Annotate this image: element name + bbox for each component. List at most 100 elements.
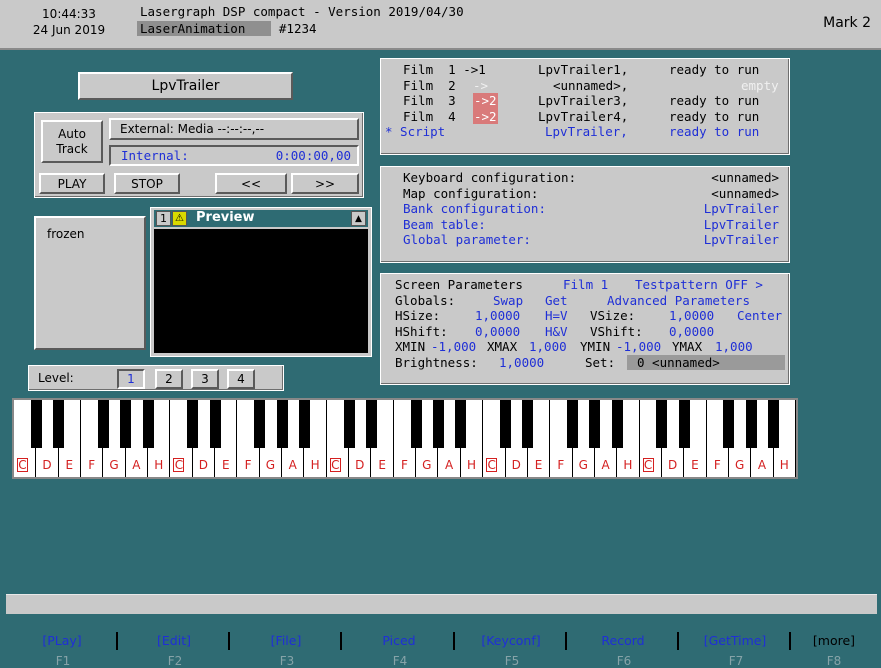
film-row-3[interactable]: Film 3 ->2 LpvTrailer3, ready to run	[381, 93, 789, 109]
ymax-value[interactable]: 1,000	[715, 339, 753, 355]
internal-timecode-field[interactable]: Internal: 0:00:00,00	[109, 145, 359, 166]
piano-black-key[interactable]	[656, 400, 668, 448]
ymin-value[interactable]: -1,000	[616, 339, 661, 355]
xmax-label: XMAX	[487, 339, 518, 354]
forward-button[interactable]: >>	[291, 173, 359, 194]
film-status: ready to run	[669, 108, 760, 124]
piano-keyboard[interactable]: CDEFGAHCDEFGAHCDEFGAHCDEFGAHCDEFGAH	[12, 398, 798, 479]
piano-black-key[interactable]	[768, 400, 780, 448]
center-button[interactable]: Center	[737, 308, 782, 324]
vsize-label: VSize:	[590, 308, 636, 323]
level-3-button[interactable]: 3	[191, 369, 219, 389]
film-row-2[interactable]: Film 2 -> <unnamed>, empty	[381, 78, 789, 94]
piano-black-key[interactable]	[142, 400, 154, 448]
level-4-button[interactable]: 4	[227, 369, 255, 389]
piano-black-key[interactable]	[97, 400, 109, 448]
piano-key-label: A	[288, 458, 297, 472]
screen-film[interactable]: Film 1	[563, 277, 608, 293]
config-row-beam[interactable]: Beam table: LpvTrailer	[381, 217, 789, 233]
film-status: ready to run	[669, 62, 760, 77]
config-row-bank[interactable]: Bank configuration: LpvTrailer	[381, 201, 789, 217]
stop-button[interactable]: STOP	[114, 173, 180, 194]
set-value[interactable]: 0 <unnamed>	[627, 354, 785, 370]
piano-black-key[interactable]	[30, 400, 42, 448]
piano-black-key[interactable]	[187, 400, 199, 448]
piano-black-key[interactable]	[276, 400, 288, 448]
film-arrow[interactable]: ->2	[473, 108, 498, 124]
fkey-f3-button[interactable]: [File]	[232, 632, 342, 650]
external-timecode-field[interactable]: External: Media --:--:--,--	[109, 118, 359, 140]
config-row-global[interactable]: Global parameter: LpvTrailer	[381, 232, 789, 248]
swap-button[interactable]: Swap	[493, 293, 523, 309]
vsize-value[interactable]: 1,0000	[669, 308, 714, 324]
play-button[interactable]: PLAY	[39, 173, 105, 194]
date: 24 Jun 2019	[32, 23, 106, 37]
globals-label: Globals:	[395, 292, 456, 308]
auto-track-button[interactable]: Auto Track	[41, 120, 103, 163]
piano-black-key[interactable]	[120, 400, 132, 448]
piano-black-key[interactable]	[723, 400, 735, 448]
piano-black-key[interactable]	[567, 400, 579, 448]
h-eq-v-toggle[interactable]: H=V	[545, 308, 568, 324]
piano-black-key[interactable]	[455, 400, 467, 448]
level-1-button[interactable]: 1	[117, 369, 145, 389]
rewind-button[interactable]: <<	[215, 173, 287, 194]
level-panel: Level: 1 2 3 4	[28, 365, 284, 391]
fkey-f4-button[interactable]: Piced	[345, 632, 455, 650]
brightness-value[interactable]: 1,0000	[499, 355, 544, 371]
config-row-map[interactable]: Map configuration: <unnamed>	[381, 186, 789, 202]
film-row-1[interactable]: Film 1 ->1 LpvTrailer1, ready to run	[381, 62, 789, 78]
piano-black-key[interactable]	[298, 400, 310, 448]
config-row-keyboard[interactable]: Keyboard configuration: <unnamed>	[381, 170, 789, 186]
piano-black-key[interactable]	[500, 400, 512, 448]
level-label: Level:	[38, 371, 74, 385]
maximize-icon[interactable]: ▲	[351, 211, 366, 226]
piano-black-key[interactable]	[611, 400, 623, 448]
script-row[interactable]: * Script LpvTrailer, ready to run	[381, 124, 789, 140]
preview-window[interactable]: 1 ⚠ Preview ▲	[150, 207, 372, 357]
fkey-f6-button[interactable]: Record	[569, 632, 679, 650]
fkey-f1-button[interactable]: [PLay]	[8, 632, 118, 650]
advanced-parameters-button[interactable]: Advanced Parameters	[607, 293, 750, 309]
piano-black-key[interactable]	[522, 400, 534, 448]
piano-black-key[interactable]	[745, 400, 757, 448]
show-name-button[interactable]: LpvTrailer	[78, 72, 293, 100]
fkey-f2-button[interactable]: [Edit]	[120, 632, 230, 650]
hshift-value[interactable]: 0,0000	[475, 324, 520, 340]
piano-black-key[interactable]	[254, 400, 266, 448]
config-value: <unnamed>	[711, 185, 779, 201]
hsize-value[interactable]: 1,0000	[475, 308, 520, 324]
config-label: Bank configuration:	[403, 201, 546, 216]
vshift-value[interactable]: 0,0000	[669, 324, 714, 340]
film-arrow[interactable]: ->2	[473, 93, 498, 109]
fkey-f7-button[interactable]: [GetTime]	[681, 632, 791, 650]
get-button[interactable]: Get	[545, 293, 568, 309]
piano-black-key[interactable]	[678, 400, 690, 448]
piano-black-key[interactable]	[410, 400, 422, 448]
level-2-button[interactable]: 2	[155, 369, 183, 389]
film-name: <unnamed>,	[553, 77, 629, 93]
piano-black-key[interactable]	[589, 400, 601, 448]
piano-black-key[interactable]	[53, 400, 65, 448]
testpattern-toggle[interactable]: Testpattern OFF >	[635, 277, 763, 293]
film-name: LpvTrailer4,	[538, 108, 629, 124]
fkey-f5-button[interactable]: [Keyconf]	[457, 632, 567, 650]
h-and-v-toggle[interactable]: H&V	[545, 324, 568, 340]
frozen-button[interactable]: frozen	[34, 216, 146, 350]
piano-key-label: F	[557, 458, 565, 472]
script-label: * Script	[385, 124, 446, 139]
config-value: LpvTrailer	[703, 201, 779, 216]
piano-black-key[interactable]	[433, 400, 444, 448]
film-row-4[interactable]: Film 4 ->2 LpvTrailer4, ready to run	[381, 108, 789, 124]
piano-key-label: F	[401, 458, 408, 472]
window-title: Lasergraph DSP compact - Version 2019/04…	[140, 4, 464, 19]
piano-black-key[interactable]	[365, 400, 377, 448]
preview-titlebar[interactable]: 1 ⚠ Preview ▲	[154, 210, 368, 227]
config-label: Beam table:	[403, 216, 486, 232]
piano-black-key[interactable]	[343, 400, 355, 448]
piano-key-label: F	[713, 458, 721, 472]
xmax-value[interactable]: 1,000	[529, 339, 567, 355]
piano-black-key[interactable]	[209, 400, 221, 448]
xmin-value[interactable]: -1,000	[431, 339, 476, 355]
fkey-f8-button[interactable]: [more]	[794, 632, 874, 650]
